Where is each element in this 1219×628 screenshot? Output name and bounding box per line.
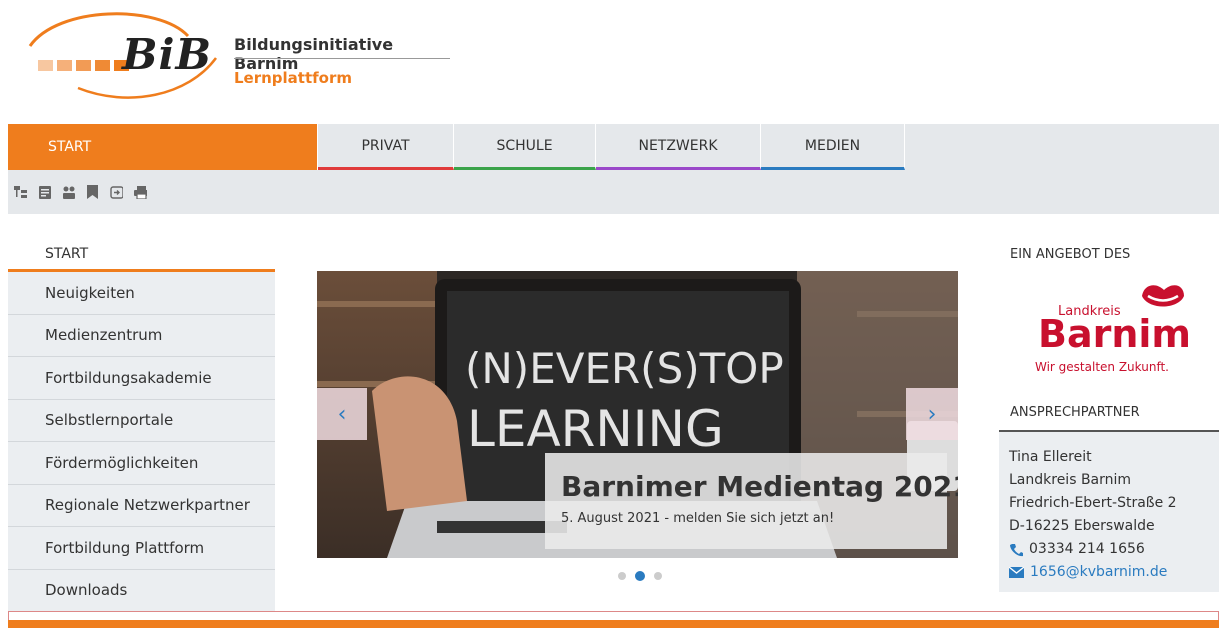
notes-icon[interactable] [38,185,51,199]
phone-icon [1010,543,1023,556]
logo-wordmark: BiB [122,30,212,79]
barnim-mouth-icon [1142,285,1184,307]
chevron-left-icon: ‹ [337,401,347,427]
sidebar-item-fortbildung-plattform[interactable]: Fortbildung Plattform [8,527,275,570]
barnim-logo-wordmark: Barnim [1038,312,1192,356]
bookmark-icon[interactable] [86,185,99,199]
login-icon[interactable] [110,185,123,199]
nav-medien[interactable]: MEDIEN [761,124,905,170]
slide-caption[interactable]: Barnimer Medientag 2021 5. August 2021 -… [545,453,958,549]
nav-schule[interactable]: SCHULE [454,124,596,170]
nav-netzwerk[interactable]: NETZWERK [596,124,761,170]
print-icon[interactable] [134,185,147,199]
contact-heading: ANSPRECHPARTNER [1010,405,1140,420]
sidebar-item-medienzentrum[interactable]: Medienzentrum [8,314,275,357]
page-toolbar [8,170,1219,214]
logo-squares [38,60,129,71]
slide-caption-title: Barnimer Medientag 2021 [561,470,958,503]
image-carousel: (N)EVER(S)TOP LEARNING ‹ › Barnimer Medi… [317,271,958,558]
barnim-logo[interactable]: Landkreis Barnim Wir gestalten Zukunft. [1030,282,1195,382]
contact-phone-row[interactable]: 03334 214 1656 [1009,538,1219,561]
participants-icon[interactable] [62,185,75,199]
sidebar-item-foerdermoeglichkeiten[interactable]: Fördermöglichkeiten [8,442,275,485]
contact-org: Landkreis Barnim [1009,472,1132,488]
contact-phone: 03334 214 1656 [1029,541,1145,557]
contact-street: Friedrich-Ebert-Straße 2 [1009,495,1177,511]
carousel-dot-3[interactable] [654,572,662,580]
envelope-icon [1009,567,1024,578]
svg-text:(N)EVER(S)TOP: (N)EVER(S)TOP [465,344,784,393]
site-logo[interactable]: BiB Bildungsinitiative Barnim Lernplattf… [18,8,458,104]
slide-caption-text: 5. August 2021 - melden Sie sich jetzt a… [561,511,835,526]
nav-start[interactable]: START [8,124,318,170]
sidebar-item-fortbildungsakademie[interactable]: Fortbildungsakademie [8,357,275,400]
site-title: Bildungsinitiative Barnim [234,35,394,73]
contact-name: Tina Ellereit [1009,449,1092,465]
carousel-prev-button[interactable]: ‹ [317,388,367,440]
sidebar-item-downloads[interactable]: Downloads [8,569,275,612]
sidebar-nav: START Neuigkeiten Medienzentrum Fortbild… [8,238,275,612]
carousel-dot-1[interactable] [618,572,626,580]
contact-email-link[interactable]: 1656@kvbarnim.de [1030,561,1167,584]
barnim-logo-tagline: Wir gestalten Zukunft. [1035,360,1169,374]
contact-email-row[interactable]: 1656@kvbarnim.de [1009,561,1219,584]
nav-privat[interactable]: PRIVAT [318,124,454,170]
sidebar-heading: START [8,238,275,272]
svg-text:LEARNING: LEARNING [467,400,724,458]
carousel-next-button[interactable]: › [906,388,958,440]
contact-city: D-16225 Eberswalde [1009,518,1155,534]
offer-heading: EIN ANGEBOT DES [1010,247,1131,262]
sidebar-item-neuigkeiten[interactable]: Neuigkeiten [8,272,275,315]
contact-box: Tina Ellereit Landkreis Barnim Friedrich… [999,432,1219,592]
footer-accent-bar [8,620,1219,628]
logo-divider [234,58,450,59]
carousel-dot-2[interactable] [635,571,645,581]
sitemap-icon[interactable] [14,185,27,199]
carousel-indicators [618,571,662,581]
site-subtitle: Lernplattform [234,69,353,87]
sidebar-item-selbstlernportale[interactable]: Selbstlernportale [8,399,275,442]
main-nav: START PRIVAT SCHULE NETZWERK MEDIEN [8,124,1219,170]
sidebar-item-regionale-netzwerkpartner[interactable]: Regionale Netzwerkpartner [8,484,275,527]
chevron-right-icon: › [927,401,937,427]
